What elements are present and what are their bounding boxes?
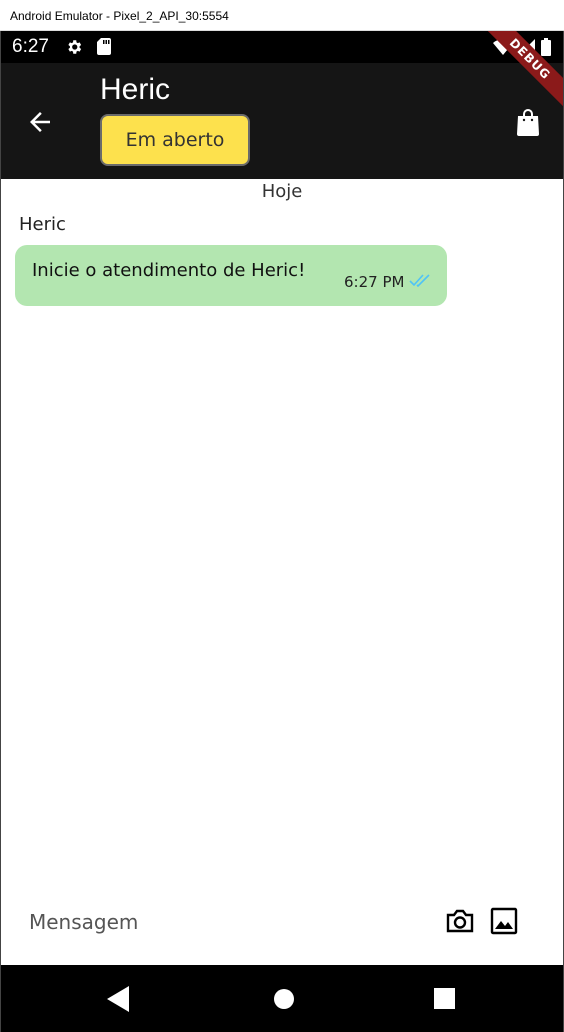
date-divider: Hoje [261,181,303,202]
message-bubble[interactable]: Inicie o atendimento de Heric! 6:27 PM [15,245,447,306]
page-title: Heric [100,73,171,106]
navigation-bar [1,965,563,1032]
arrow-back-icon[interactable] [25,107,55,137]
nav-recents-icon[interactable] [434,988,455,1009]
status-badge-label: Em aberto [125,129,225,151]
camera-icon[interactable] [445,907,475,935]
image-icon[interactable] [490,907,518,935]
status-bar: 6:27 [1,31,563,63]
battery-icon [541,38,551,56]
sd-card-icon [97,38,111,55]
message-composer [1,891,563,965]
status-badge[interactable]: Em aberto [100,114,250,166]
message-time: 6:27 PM [344,273,405,291]
nav-back-icon[interactable] [107,986,131,1012]
shopping-bag-icon[interactable] [515,108,541,136]
window-title: Android Emulator - Pixel_2_API_30:5554 [10,9,229,23]
settings-icon [68,40,82,54]
double-check-icon [409,274,430,288]
sender-name: Heric [19,214,66,235]
app-bar: Heric Em aberto [1,63,563,179]
status-time: 6:27 [12,36,49,57]
message-text: Inicie o atendimento de Heric! [32,260,306,281]
device-screen: 6:27 DEBUG Heric Em aberto Hoje Heric In… [0,31,564,1032]
message-input[interactable] [29,907,409,937]
window-title-bar: Android Emulator - Pixel_2_API_30:5554 [0,0,564,31]
nav-home-icon[interactable] [273,988,295,1010]
